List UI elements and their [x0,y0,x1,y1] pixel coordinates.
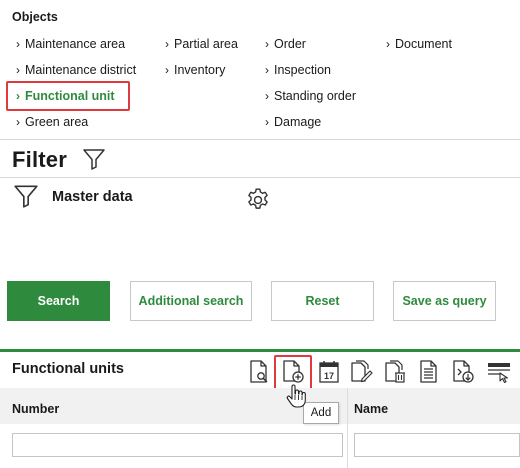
chevron-right-icon: › [265,37,269,51]
reset-button[interactable]: Reset [271,281,374,321]
chevron-right-icon: › [265,63,269,77]
filter-divider [0,177,520,178]
chevron-right-icon: › [386,37,390,51]
nav-link-partial-area[interactable]: › Partial area [165,37,238,51]
objects-heading: Objects [12,10,58,24]
column-header-name[interactable]: Name [354,402,388,416]
document-edit-icon[interactable] [349,359,373,385]
nav-link-maintenance-area[interactable]: › Maintenance area [16,37,125,51]
chevron-right-icon: › [16,115,20,129]
document-search-icon[interactable] [247,359,271,385]
calendar-icon[interactable]: 17 [317,359,341,385]
gear-icon[interactable] [245,187,271,213]
document-export-icon[interactable] [450,359,476,385]
chevron-right-icon: › [16,37,20,51]
save-as-query-button[interactable]: Save as query [393,281,496,321]
chevron-right-icon: › [16,63,20,77]
chevron-right-icon: › [165,63,169,77]
nav-link-inspection[interactable]: › Inspection [265,63,331,77]
chevron-right-icon: › [265,89,269,103]
nav-link-inventory[interactable]: › Inventory [165,63,225,77]
nav-link-standing-order[interactable]: › Standing order [265,89,356,103]
document-delete-icon[interactable] [383,359,407,385]
funnel-icon[interactable] [82,147,106,171]
nav-link-maintenance-district[interactable]: › Maintenance district [16,63,136,77]
number-filter-input[interactable] [12,433,343,457]
table-header [0,388,520,424]
objects-divider [0,139,520,140]
funnel-icon[interactable] [13,183,39,209]
add-tooltip: Add [303,402,339,424]
results-title: Functional units [12,361,124,377]
additional-search-button[interactable]: Additional search [130,281,252,321]
chevron-right-icon: › [265,115,269,129]
nav-link-green-area[interactable]: › Green area [16,115,88,129]
chevron-right-icon: › [165,37,169,51]
name-filter-input[interactable] [354,433,520,457]
column-separator [347,388,348,468]
table-settings-icon[interactable] [486,359,512,383]
filter-title: Filter [12,147,67,172]
column-header-number[interactable]: Number [12,402,59,416]
nav-link-damage[interactable]: › Damage [265,115,321,129]
section-rule [0,349,520,352]
nav-link-order[interactable]: › Order [265,37,306,51]
search-button[interactable]: Search [7,281,110,321]
hand-cursor-icon [286,384,306,408]
svg-text:17: 17 [324,371,334,381]
nav-link-document[interactable]: › Document [386,37,452,51]
active-link-highlight [6,81,130,111]
document-text-icon[interactable] [417,359,441,385]
master-data-label: Master data [52,189,133,205]
